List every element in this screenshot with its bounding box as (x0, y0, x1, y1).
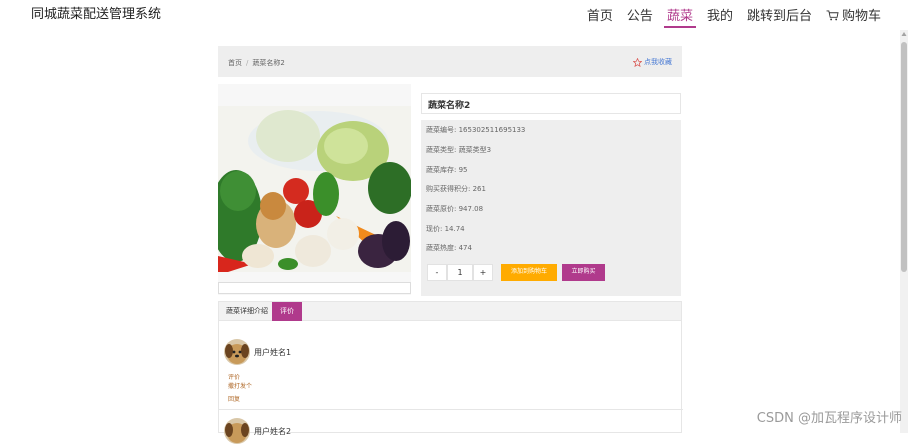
image-thumbnail-strip[interactable] (218, 282, 411, 294)
scroll-up-arrow-icon[interactable] (901, 30, 907, 38)
favorite-label: 点我收藏 (644, 58, 672, 66)
field-points: 购买获得积分: 261 (426, 185, 486, 193)
nav-item-admin[interactable]: 跳转到后台 (740, 5, 819, 24)
star-outline-icon (633, 57, 642, 67)
field-original-price: 蔬菜原价: 947.08 (426, 205, 484, 213)
avatar (224, 418, 250, 444)
scrollbar-thumb[interactable] (901, 42, 907, 272)
main-nav: 首页 公告 蔬菜 我的 跳转到后台 购物车 (580, 5, 888, 28)
product-title: 蔬菜名称2 (428, 101, 471, 111)
breadcrumb: 首页 / 蔬菜名称2 (228, 58, 285, 68)
nav-item-cart-label: 购物车 (841, 9, 881, 24)
nav-item-vegetables[interactable]: 蔬菜 (660, 5, 700, 28)
tab-details[interactable]: 蔬菜详细介绍 (219, 302, 275, 321)
cart-icon (826, 10, 839, 21)
product-image-box (218, 84, 411, 295)
review-reply-link[interactable]: 回复 (228, 394, 240, 403)
site-brand[interactable]: 同城蔬菜配送管理系统 (31, 3, 161, 22)
review-username: 用户姓名2 (254, 427, 292, 436)
product-title-box: 蔬菜名称2 (421, 93, 681, 114)
breadcrumb-bar: 首页 / 蔬菜名称2 点我收藏 (218, 46, 682, 77)
page-scrollbar[interactable] (900, 30, 908, 433)
buy-now-button[interactable]: 立即购买 (562, 264, 605, 281)
product-photo[interactable] (218, 106, 411, 272)
quantity-decrease-button[interactable]: - (427, 264, 447, 281)
review-item: 用户姓名2 (224, 418, 678, 444)
field-vegetable-type: 蔬菜类型: 蔬菜类型3 (426, 146, 492, 154)
tab-reviews[interactable]: 评价 (272, 302, 302, 321)
avatar (224, 339, 250, 365)
nav-item-cart[interactable]: 购物车 (819, 5, 888, 24)
quantity-input[interactable]: 1 (447, 264, 473, 281)
watermark: CSDN @加瓦程序设计师 (756, 411, 902, 426)
review-comment-label: 评价 (228, 374, 241, 381)
nav-item-home[interactable]: 首页 (580, 5, 620, 24)
product-info-panel: 蔬菜编号: 165302511695133 蔬菜类型: 蔬菜类型3 蔬菜库存: … (421, 120, 681, 296)
detail-tabs: 蔬菜详细介绍 评价 (218, 301, 682, 321)
add-to-cart-button[interactable]: 添加到购物车 (501, 264, 557, 281)
review-divider (219, 409, 683, 410)
breadcrumb-home[interactable]: 首页 (228, 59, 242, 67)
breadcrumb-separator: / (246, 59, 249, 67)
quantity-increase-button[interactable]: + (473, 264, 493, 281)
field-vegetable-id: 蔬菜编号: 165302511695133 (426, 126, 526, 134)
favorite-link[interactable]: 点我收藏 (633, 57, 672, 67)
quantity-stepper: - 1 + (427, 264, 493, 281)
breadcrumb-current: 蔬菜名称2 (252, 59, 285, 67)
nav-item-notice[interactable]: 公告 (620, 5, 660, 24)
field-stock: 蔬菜库存: 95 (426, 166, 468, 174)
review-item: 用户姓名1 评价 撒打发个 回复 (224, 339, 678, 405)
review-comment-text: 撒打发个 (228, 383, 253, 390)
nav-item-mine[interactable]: 我的 (700, 5, 740, 24)
review-username: 用户姓名1 (254, 348, 292, 357)
field-popularity: 蔬菜热度: 474 (426, 244, 472, 252)
top-navbar: 同城蔬菜配送管理系统 首页 公告 蔬菜 我的 跳转到后台 购物车 (0, 0, 900, 30)
field-current-price: 现价: 14.74 (426, 225, 465, 233)
reviews-panel: 用户姓名1 评价 撒打发个 回复 用户姓名2 (218, 321, 683, 444)
